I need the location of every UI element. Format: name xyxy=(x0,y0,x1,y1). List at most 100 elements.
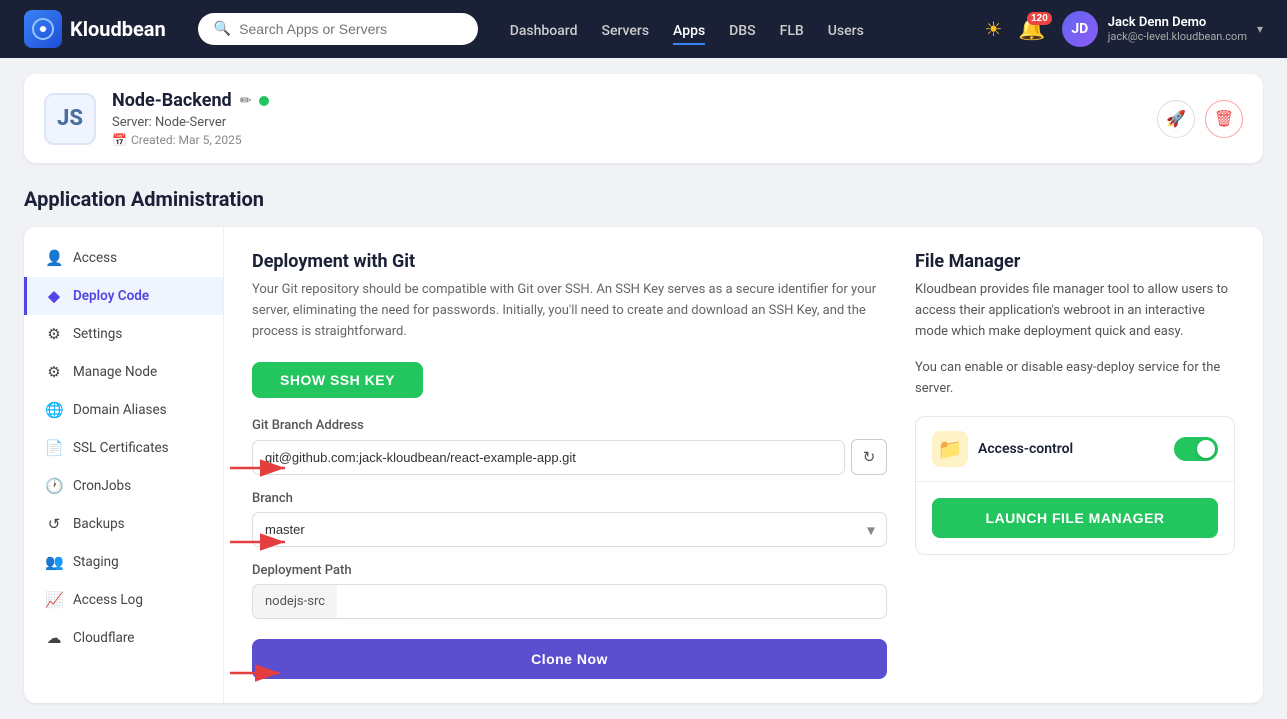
clone-now-button[interactable]: Clone Now xyxy=(252,639,887,679)
nav-right: ☀ 🔔 120 JD Jack Denn Demo jack@c-level.k… xyxy=(984,11,1263,47)
user-text: Jack Denn Demo jack@c-level.kloudbean.co… xyxy=(1108,15,1247,43)
section-title: Application Administration xyxy=(24,187,1263,211)
nav-dbs[interactable]: DBS xyxy=(729,19,755,45)
ssl-icon: 📄 xyxy=(45,439,63,457)
nav-apps[interactable]: Apps xyxy=(673,19,705,45)
folder-icon: 📁 xyxy=(932,431,968,467)
edit-icon[interactable]: ✏ xyxy=(240,93,252,109)
file-manager-panel: File Manager Kloudbean provides file man… xyxy=(915,251,1235,679)
user-name: Jack Denn Demo xyxy=(1108,15,1247,30)
logo-icon xyxy=(24,10,62,48)
sidebar-item-backups[interactable]: ↺ Backups xyxy=(24,505,223,543)
sidebar-item-access-log[interactable]: 📈 Access Log xyxy=(24,581,223,619)
file-manager-card: 📁 Access-control LAUNCH FILE MANAGER xyxy=(915,416,1235,555)
sidebar-item-cronjobs[interactable]: 🕐 CronJobs xyxy=(24,467,223,505)
delete-button[interactable]: 🗑 xyxy=(1205,100,1243,138)
brand-name: Kloudbean xyxy=(70,17,166,41)
nav-servers[interactable]: Servers xyxy=(601,19,649,45)
file-manager-enable-desc: You can enable or disable easy-deploy se… xyxy=(915,358,1235,400)
deploy-code-icon: ◆ xyxy=(45,287,63,305)
user-email: jack@c-level.kloudbean.com xyxy=(1108,30,1247,43)
app-actions: 🚀 🗑 xyxy=(1157,100,1243,138)
access-control-label: Access-control xyxy=(978,441,1073,457)
access-log-icon: 📈 xyxy=(45,591,63,609)
sidebar-item-deploy-code[interactable]: ◆ Deploy Code xyxy=(24,277,223,315)
app-title-row: Node-Backend ✏ xyxy=(112,90,1141,111)
admin-layout: 👤 Access ◆ Deploy Code ⚙ Settings ⚙ Mana… xyxy=(24,227,1263,703)
sidebar-label-settings: Settings xyxy=(73,326,122,342)
deploy-panel-title: Deployment with Git xyxy=(252,251,887,272)
nav-flb[interactable]: FLB xyxy=(780,19,804,45)
nav-dashboard[interactable]: Dashboard xyxy=(510,19,578,45)
deployment-path-row: nodejs-src xyxy=(252,584,887,619)
app-header-card: JS Node-Backend ✏ Server: Node-Server 📅 … xyxy=(24,74,1263,163)
status-dot xyxy=(259,96,269,106)
settings-icon: ⚙ xyxy=(45,325,63,343)
staging-icon: 👥 xyxy=(45,553,63,571)
git-branch-label: Git Branch Address xyxy=(252,418,887,433)
sidebar-label-access: Access xyxy=(73,250,117,266)
deployment-path-input[interactable] xyxy=(337,584,887,619)
notification-badge: 120 xyxy=(1027,12,1052,25)
search-bar[interactable]: 🔍 xyxy=(198,13,478,45)
access-control-toggle[interactable] xyxy=(1174,437,1218,461)
access-icon: 👤 xyxy=(45,249,63,267)
nav-links: Dashboard Servers Apps DBS FLB Users xyxy=(510,20,953,39)
sidebar-label-access-log: Access Log xyxy=(73,592,143,608)
notification-button[interactable]: 🔔 120 xyxy=(1018,16,1045,42)
fm-card-body: LAUNCH FILE MANAGER xyxy=(916,482,1234,554)
sidebar-label-domain-aliases: Domain Aliases xyxy=(73,402,167,418)
app-icon: JS xyxy=(44,93,96,145)
sidebar-item-manage-node[interactable]: ⚙ Manage Node xyxy=(24,353,223,391)
search-icon: 🔍 xyxy=(214,21,231,37)
app-name: Node-Backend xyxy=(112,90,232,111)
branch-field: Branch master main develop staging xyxy=(252,491,887,547)
admin-sidebar: 👤 Access ◆ Deploy Code ⚙ Settings ⚙ Mana… xyxy=(24,227,224,703)
deployment-path-label: Deployment Path xyxy=(252,563,887,578)
launch-file-manager-button[interactable]: LAUNCH FILE MANAGER xyxy=(932,498,1218,538)
path-prefix: nodejs-src xyxy=(252,584,337,619)
nav-users[interactable]: Users xyxy=(828,19,864,45)
sidebar-item-ssl-certificates[interactable]: 📄 SSL Certificates xyxy=(24,429,223,467)
sidebar-item-cloudflare[interactable]: ☁ Cloudflare xyxy=(24,619,223,657)
sidebar-label-manage-node: Manage Node xyxy=(73,364,157,380)
sidebar-item-staging[interactable]: 👥 Staging xyxy=(24,543,223,581)
deploy-button[interactable]: 🚀 xyxy=(1157,100,1195,138)
admin-main: Deployment with Git Your Git repository … xyxy=(224,227,1263,703)
sidebar-label-cronjobs: CronJobs xyxy=(73,478,131,494)
fm-card-header: 📁 Access-control xyxy=(916,417,1234,482)
git-branch-field: Git Branch Address ↻ xyxy=(252,418,887,475)
created-date: 📅 Created: Mar 5, 2025 xyxy=(112,133,1141,147)
refresh-git-button[interactable]: ↻ xyxy=(851,439,887,475)
calendar-icon: 📅 xyxy=(112,133,127,147)
git-branch-input[interactable] xyxy=(252,440,845,475)
theme-toggle-icon[interactable]: ☀ xyxy=(984,17,1002,41)
domain-icon: 🌐 xyxy=(45,401,63,419)
page-content: JS Node-Backend ✏ Server: Node-Server 📅 … xyxy=(0,58,1287,719)
sidebar-label-staging: Staging xyxy=(73,554,119,570)
manage-node-icon: ⚙ xyxy=(45,363,63,381)
cronjobs-icon: 🕐 xyxy=(45,477,63,495)
sidebar-label-cloudflare: Cloudflare xyxy=(73,630,134,646)
branch-select[interactable]: master main develop staging xyxy=(252,512,887,547)
show-ssh-key-button[interactable]: SHOW SSH KEY xyxy=(252,362,423,398)
sidebar-item-access[interactable]: 👤 Access xyxy=(24,239,223,277)
avatar: JD xyxy=(1062,11,1098,47)
sidebar-label-backups: Backups xyxy=(73,516,125,532)
git-branch-input-row: ↻ xyxy=(252,439,887,475)
sidebar-item-settings[interactable]: ⚙ Settings xyxy=(24,315,223,353)
search-input[interactable] xyxy=(239,21,462,37)
file-manager-desc: Kloudbean provides file manager tool to … xyxy=(915,280,1235,342)
branch-select-wrap: master main develop staging xyxy=(252,512,887,547)
sidebar-label-ssl-certificates: SSL Certificates xyxy=(73,440,169,456)
sidebar-item-domain-aliases[interactable]: 🌐 Domain Aliases xyxy=(24,391,223,429)
fm-header-left: 📁 Access-control xyxy=(932,431,1073,467)
brand-logo: Kloudbean xyxy=(24,10,166,48)
server-name: Server: Node-Server xyxy=(112,115,1141,130)
deployment-path-field: Deployment Path nodejs-src xyxy=(252,563,887,619)
user-menu[interactable]: JD Jack Denn Demo jack@c-level.kloudbean… xyxy=(1062,11,1263,47)
sidebar-label-deploy-code: Deploy Code xyxy=(73,288,149,304)
file-manager-title: File Manager xyxy=(915,251,1235,272)
navbar: Kloudbean 🔍 Dashboard Servers Apps DBS F… xyxy=(0,0,1287,58)
cloudflare-icon: ☁ xyxy=(45,629,63,647)
